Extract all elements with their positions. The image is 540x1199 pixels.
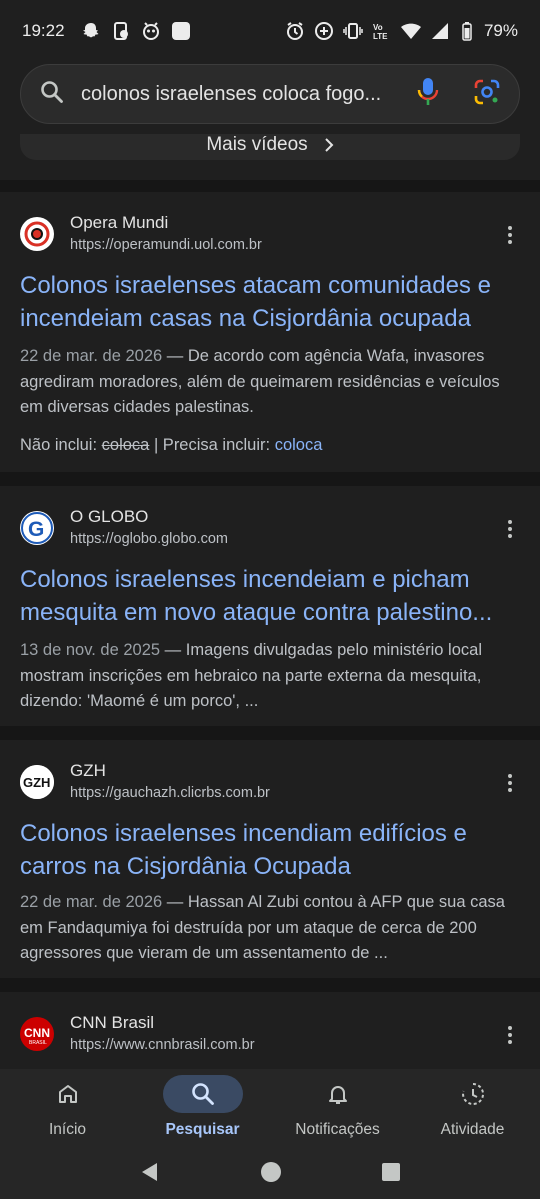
nav-notifications[interactable]: Notificações (270, 1069, 405, 1149)
svg-text:BRASIL: BRASIL (29, 1040, 47, 1046)
result-date: 13 de nov. de 2025 (20, 641, 161, 659)
data-saver-icon (314, 21, 334, 41)
nav-activity[interactable]: Atividade (405, 1069, 540, 1149)
search-icon (191, 1083, 214, 1105)
snapchat-icon (81, 21, 101, 41)
search-result-4[interactable]: CNN BRASIL CNN Brasil https://www.cnnbras… (0, 992, 540, 1069)
google-search-results-page: 19:22 Vo LTE 79% colonos israelenses col… (0, 0, 540, 1199)
result-title[interactable]: Colonos israelenses incendiam edifícios … (20, 817, 520, 883)
nav-activity-label: Atividade (440, 1121, 505, 1138)
result-title[interactable]: Colonos israelenses incendeiam e picham … (20, 563, 520, 629)
nav-search[interactable]: Pesquisar (135, 1069, 270, 1149)
chevron-right-icon (324, 138, 334, 152)
result-url: https://operamundi.uol.com.br (70, 237, 262, 253)
nav-search-label: Pesquisar (165, 1121, 240, 1138)
search-icon[interactable] (39, 79, 65, 110)
mic-icon[interactable] (417, 77, 439, 112)
must-include-link[interactable]: coloca (275, 436, 323, 454)
more-videos-label: Mais vídeos (206, 134, 308, 155)
result-source-name: O GLOBO (70, 507, 149, 526)
result-date: 22 de mar. de 2026 (20, 347, 163, 365)
phone-app-icon (111, 21, 131, 41)
more-options-icon[interactable] (500, 770, 520, 796)
svg-text:G: G (28, 518, 44, 541)
nav-home-label: Início (48, 1121, 87, 1138)
system-navigation-bar (0, 1149, 540, 1199)
o-globo-favicon-icon: G (20, 511, 54, 545)
activity-icon (461, 1082, 484, 1105)
opera-mundi-favicon-icon (20, 217, 54, 251)
result-source-name: Opera Mundi (70, 213, 169, 232)
missing-term: coloca (101, 436, 150, 454)
svg-text:LTE: LTE (373, 32, 388, 41)
google-lens-icon[interactable] (473, 78, 501, 111)
home-icon (58, 1085, 77, 1103)
result-snippet: 22 de mar. de 2026 — De acordo com agênc… (20, 344, 520, 421)
volte-icon: Vo LTE (372, 21, 392, 41)
battery-level: 79% (483, 21, 518, 40)
home-circle-icon[interactable] (259, 1160, 283, 1189)
result-title-text[interactable]: Colonos israelenses incendeiam e picham … (20, 563, 520, 629)
result-url: https://gauchazh.clicrbs.com.br (70, 785, 270, 801)
result-snippet: 13 de nov. de 2025 — Imagens divulgadas … (20, 638, 520, 715)
signal-icon (430, 21, 450, 41)
svg-text:GZH: GZH (23, 775, 50, 790)
back-icon[interactable] (139, 1161, 161, 1188)
more-videos-button[interactable]: Mais vídeos (20, 134, 520, 160)
nav-home[interactable]: Início (0, 1069, 135, 1149)
svg-text:CNN: CNN (24, 1026, 50, 1040)
search-result-1[interactable]: Opera Mundi https://operamundi.uol.com.b… (0, 192, 540, 472)
search-result-2[interactable]: G O GLOBO https://oglobo.globo.com Colon… (0, 486, 540, 726)
bottom-navigation: Início Pesquisar Notificações Atividade (0, 1069, 540, 1149)
result-source-name: CNN Brasil (70, 1013, 155, 1032)
result-url: https://oglobo.globo.com (70, 531, 228, 547)
result-source[interactable]: Opera Mundi https://operamundi.uol.com.b… (20, 212, 262, 256)
recents-icon[interactable] (381, 1162, 401, 1187)
must-include-label: | Precisa incluir: (153, 436, 271, 454)
svg-text:Vo: Vo (373, 23, 383, 32)
result-date: 22 de mar. de 2026 (20, 893, 163, 911)
nav-notifications-label: Notificações (295, 1121, 380, 1138)
cnn-brasil-favicon-icon: CNN BRASIL (20, 1017, 54, 1051)
result-snippet: 22 de mar. de 2026 — Hassan Al Zubi cont… (20, 890, 520, 967)
result-url: https://www.cnnbrasil.com.br (70, 1037, 255, 1053)
search-bar[interactable]: colonos israelenses coloca fogo... (20, 64, 520, 124)
result-source[interactable]: CNN BRASIL CNN Brasil https://www.cnnbras… (20, 1012, 255, 1056)
result-source[interactable]: G O GLOBO https://oglobo.globo.com (20, 506, 228, 550)
missing-label: Não inclui: (20, 436, 98, 454)
alarm-icon (285, 21, 305, 41)
status-time: 19:22 (22, 21, 65, 40)
result-source-name: GZH (70, 761, 106, 780)
alien-app-icon (141, 21, 161, 41)
gzh-favicon-icon: GZH (20, 765, 54, 799)
vibrate-icon (343, 21, 363, 41)
battery-icon (459, 21, 479, 41)
search-header: colonos israelenses coloca fogo... (0, 62, 540, 134)
result-source[interactable]: GZH GZH https://gauchazh.clicrbs.com.br (20, 760, 270, 804)
square-app-icon (171, 21, 191, 41)
search-result-3[interactable]: GZH GZH https://gauchazh.clicrbs.com.br … (0, 740, 540, 978)
result-title[interactable]: Colonos israelenses atacam comunidades e… (20, 269, 520, 335)
search-input[interactable]: colonos israelenses coloca fogo... (81, 83, 399, 106)
bell-icon (328, 1086, 347, 1104)
more-options-icon[interactable] (500, 222, 520, 248)
wifi-icon (400, 21, 421, 41)
more-options-icon[interactable] (500, 1022, 520, 1048)
missing-terms: Não inclui: coloca | Precisa incluir: co… (20, 436, 322, 455)
status-bar: 19:22 Vo LTE 79% (0, 0, 540, 62)
more-options-icon[interactable] (500, 516, 520, 542)
